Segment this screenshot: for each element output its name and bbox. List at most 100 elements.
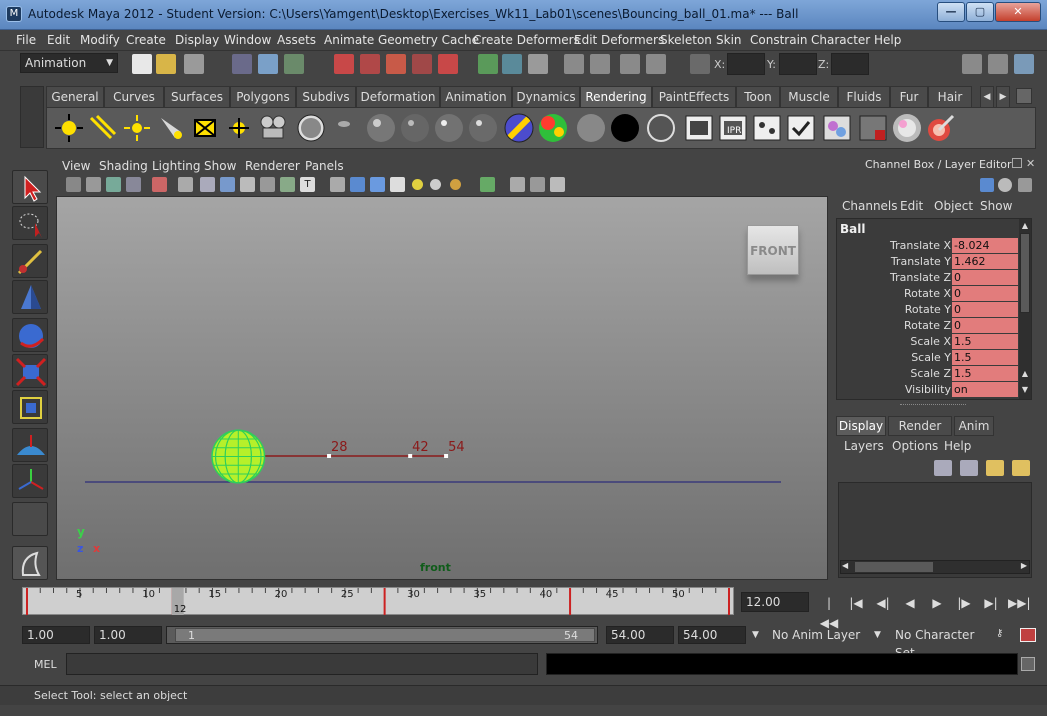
panel-menu-view[interactable]: View — [62, 159, 90, 173]
scroll-up-icon[interactable]: ▲ — [1020, 221, 1030, 231]
paint-select-tool-button[interactable] — [12, 244, 48, 278]
tab-curves[interactable]: Curves — [104, 86, 164, 107]
menu-animate[interactable]: Animate — [324, 33, 374, 47]
tab-muscle[interactable]: Muscle — [780, 86, 838, 107]
channel-label[interactable]: Translate Y — [891, 255, 951, 268]
spot-light-icon[interactable] — [155, 112, 187, 144]
use-background-shader-icon[interactable] — [609, 112, 641, 144]
menu-help[interactable]: Help — [874, 33, 901, 47]
channel-label[interactable]: Scale X — [910, 335, 951, 348]
go-to-start-icon[interactable]: |◀◀ — [818, 593, 840, 630]
z-coord-input[interactable] — [831, 53, 869, 75]
bookmarks-icon[interactable] — [106, 177, 121, 192]
snap-point-icon[interactable] — [386, 54, 406, 74]
trash-icon[interactable] — [1016, 88, 1032, 104]
close-panel-icon[interactable]: ✕ — [1026, 157, 1035, 170]
channel-label[interactable]: Scale Y — [911, 351, 951, 364]
textured-icon[interactable] — [240, 177, 255, 192]
phong-shader-icon[interactable] — [365, 112, 397, 144]
anisotropic-shader-icon[interactable] — [433, 112, 465, 144]
select-by-object-icon[interactable] — [258, 54, 278, 74]
render-settings-icon[interactable] — [590, 54, 610, 74]
select-by-component-icon[interactable] — [284, 54, 304, 74]
high-quality-icon[interactable] — [480, 177, 495, 192]
make-live-icon[interactable] — [438, 54, 458, 74]
hscroll-thumb[interactable] — [855, 562, 933, 572]
hypershade-shelf-icon[interactable] — [821, 112, 853, 144]
command-line-input[interactable] — [66, 653, 538, 675]
panel-menu-shading[interactable]: Shading — [99, 159, 148, 173]
panel-menu-show[interactable]: Show — [204, 159, 236, 173]
light-shelf-icon[interactable] — [891, 112, 923, 144]
keyframe-tick[interactable] — [728, 588, 730, 615]
open-scene-icon[interactable] — [156, 54, 176, 74]
channel-value-field[interactable]: 0 — [952, 318, 1018, 333]
select-by-hierarchy-icon[interactable] — [232, 54, 252, 74]
cb-menu-show[interactable]: Show — [980, 199, 1012, 213]
image-plane-icon[interactable] — [126, 177, 141, 192]
maximize-button[interactable]: ▢ — [966, 2, 994, 22]
panel-menu-renderer[interactable]: Renderer — [245, 159, 300, 173]
construction-history-icon[interactable] — [502, 54, 522, 74]
channel-axis-icon[interactable] — [980, 178, 994, 192]
camera-icon[interactable] — [257, 112, 289, 144]
tab-rendering[interactable]: Rendering — [580, 86, 652, 107]
tab-fur[interactable]: Fur — [890, 86, 928, 107]
panel-menu-lighting[interactable]: Lighting — [152, 159, 201, 173]
close-button[interactable]: ✕ — [995, 2, 1041, 22]
layer-list-hscrollbar[interactable]: ◀ ▶ — [840, 560, 1030, 574]
channel-label[interactable]: Rotate X — [904, 287, 951, 300]
new-scene-icon[interactable] — [132, 54, 152, 74]
tab-animation[interactable]: Animation — [440, 86, 512, 107]
animation-start-field[interactable]: 1.00 — [22, 626, 90, 644]
scroll-thumb[interactable] — [1020, 233, 1030, 313]
channel-label[interactable]: Scale Z — [910, 367, 951, 380]
last-tool-button[interactable] — [12, 502, 48, 536]
select-camera-icon[interactable] — [66, 177, 81, 192]
select-tool-button[interactable] — [12, 170, 48, 204]
float-panel-icon[interactable] — [1012, 158, 1022, 168]
channel-row[interactable]: Visibility on — [837, 382, 1019, 398]
tab-deformation[interactable]: Deformation — [356, 86, 440, 107]
xray-icon[interactable] — [260, 177, 275, 192]
channel-row[interactable]: Scale X 1.5 — [837, 334, 1019, 350]
ramp-shader-icon[interactable] — [503, 112, 535, 144]
grid-icon[interactable] — [200, 177, 215, 192]
batch-render-icon[interactable] — [785, 112, 817, 144]
anim-layer-dropdown[interactable]: ▼ No Anim Layer — [752, 626, 874, 644]
channel-value-field[interactable]: on — [952, 382, 1018, 397]
menu-display[interactable]: Display — [175, 33, 219, 47]
step-back-frame-icon[interactable]: |◀ — [845, 593, 867, 613]
view-cube-front[interactable]: FRONT — [747, 225, 799, 275]
key-icon[interactable]: ⚷ — [996, 628, 1012, 642]
surface-shader-icon[interactable] — [575, 112, 607, 144]
render-current-frame-icon[interactable] — [528, 54, 548, 74]
scroll-down-icon[interactable]: ▼ — [1020, 385, 1030, 395]
area-light-icon[interactable] — [189, 112, 221, 144]
menu-assets[interactable]: Assets — [277, 33, 316, 47]
tab-dynamics[interactable]: Dynamics — [512, 86, 580, 107]
tool-settings-icon[interactable] — [988, 54, 1008, 74]
volume-light-icon[interactable] — [223, 112, 255, 144]
menu-geometry-cache[interactable]: Geometry Cache — [378, 33, 479, 47]
channel-value-field[interactable]: 0 — [952, 286, 1018, 301]
channel-value-field[interactable]: 0 — [952, 302, 1018, 317]
panel-splitter[interactable] — [900, 404, 966, 408]
tab-render[interactable]: Render — [888, 416, 952, 436]
all-lights-icon[interactable] — [430, 179, 441, 190]
show-manipulator-button[interactable] — [12, 464, 48, 498]
wireframe-icon[interactable] — [178, 177, 193, 192]
resolution-gate-icon[interactable]: T — [300, 177, 315, 192]
channel-row[interactable]: Scale Y 1.5 — [837, 350, 1019, 366]
channel-value-field[interactable]: 1.5 — [952, 334, 1018, 349]
rotate-tool-button[interactable] — [12, 318, 48, 352]
ipr-render-icon[interactable] — [564, 54, 584, 74]
tab-surfaces[interactable]: Surfaces — [164, 86, 230, 107]
phong-e-shader-icon[interactable] — [399, 112, 431, 144]
channel-box-toggle-icon[interactable] — [1014, 54, 1034, 74]
lasso-tool-button[interactable] — [12, 206, 48, 240]
shelf-scroll-left-icon[interactable]: ◀ — [980, 86, 994, 107]
le-menu-help[interactable]: Help — [944, 439, 971, 453]
scale-tool-button[interactable] — [12, 354, 48, 388]
snap-view-plane-icon[interactable] — [412, 54, 432, 74]
